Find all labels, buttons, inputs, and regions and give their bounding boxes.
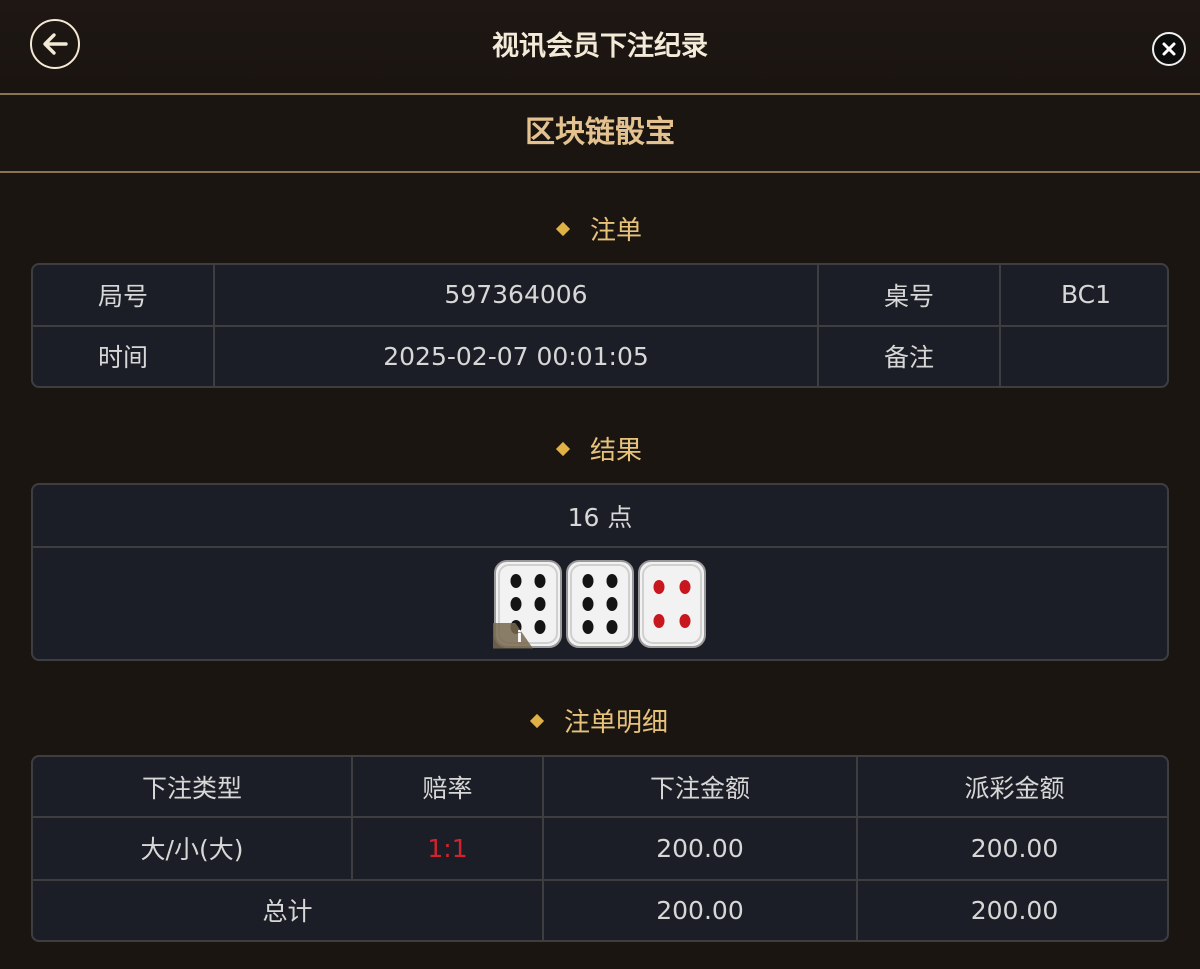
die-pip [606,596,618,611]
time-value: 2025-02-07 00:01:05 [213,324,819,386]
section-order-label: 注单 [589,216,642,246]
result-points: 16 点 [33,485,1167,548]
header-bar: 视讯会员下注纪录 [0,0,1200,95]
detail-panel: 下注类型 赔率 下注金额 派彩金额 大/小(大) 1:1 200.00 200.… [31,755,1169,942]
table-label: 桌号 [817,265,1001,327]
game-name: 区块链骰宝 [0,95,1200,173]
section-title-detail: 注单明细 [0,703,1200,743]
die-pip [534,573,546,588]
total-bet-value: 200.00 [542,878,858,940]
total-row: 总计 200.00 200.00 [33,878,1167,940]
round-value: 597364006 [213,265,819,327]
payout-value: 200.00 [856,816,1167,881]
header-odds: 赔率 [351,757,544,819]
table-row: i [33,546,1167,659]
remark-value [999,324,1167,386]
total-label: 总计 [33,878,544,940]
dice-cell: i [33,546,1167,659]
back-button[interactable] [30,19,80,69]
result-panel: 16 点 i [31,483,1169,661]
diamond-icon [529,713,545,729]
odds-value: 1:1 [351,816,544,881]
arrow-left-icon [43,33,68,55]
die-pip [679,579,691,594]
table-row: 时间 2025-02-07 00:01:05 备注 [33,324,1167,386]
die-face-6: i [493,559,563,649]
remark-label: 备注 [817,324,1001,386]
die-face-6 [565,559,635,649]
round-label: 局号 [33,265,215,327]
die-pip [534,596,546,611]
time-label: 时间 [33,324,215,386]
diamond-icon [555,441,571,457]
table-row: 16 点 [33,485,1167,548]
dice-row: i [33,559,1167,649]
header-bet-amount: 下注金额 [542,757,858,819]
die-pip [534,619,546,634]
die-pip [606,573,618,588]
table-header-row: 下注类型 赔率 下注金额 派彩金额 [33,757,1167,819]
die-pip [582,619,594,634]
die-pip [679,613,691,628]
die-pip [653,579,665,594]
table-value: BC1 [999,265,1167,327]
detail-table: 下注类型 赔率 下注金额 派彩金额 大/小(大) 1:1 200.00 200.… [33,757,1167,940]
die-pip [510,596,522,611]
section-title-result: 结果 [0,431,1200,471]
die-pip [653,613,665,628]
page-title: 视讯会员下注纪录 [492,31,708,62]
order-panel: 局号 597364006 桌号 BC1 时间 2025-02-07 00:01:… [31,263,1169,388]
header-bet-type: 下注类型 [33,757,353,819]
total-payout-value: 200.00 [856,878,1167,940]
die-pip [582,596,594,611]
section-title-order: 注单 [0,211,1200,251]
section-result-label: 结果 [589,436,642,466]
die-pip [606,619,618,634]
die-face-4 [637,559,707,649]
die-pip [582,573,594,588]
order-table: 局号 597364006 桌号 BC1 时间 2025-02-07 00:01:… [33,265,1167,386]
section-detail-label: 注单明细 [563,708,668,738]
die-pip [510,573,522,588]
close-button[interactable] [1152,32,1186,66]
bet-type-value: 大/小(大) [33,816,353,881]
close-icon [1162,42,1176,56]
table-row: 大/小(大) 1:1 200.00 200.00 [33,816,1167,881]
bet-amount-value: 200.00 [542,816,858,881]
diamond-icon [555,221,571,237]
header-payout: 派彩金额 [856,757,1167,819]
result-table: 16 点 i [33,485,1167,659]
table-row: 局号 597364006 桌号 BC1 [33,265,1167,327]
